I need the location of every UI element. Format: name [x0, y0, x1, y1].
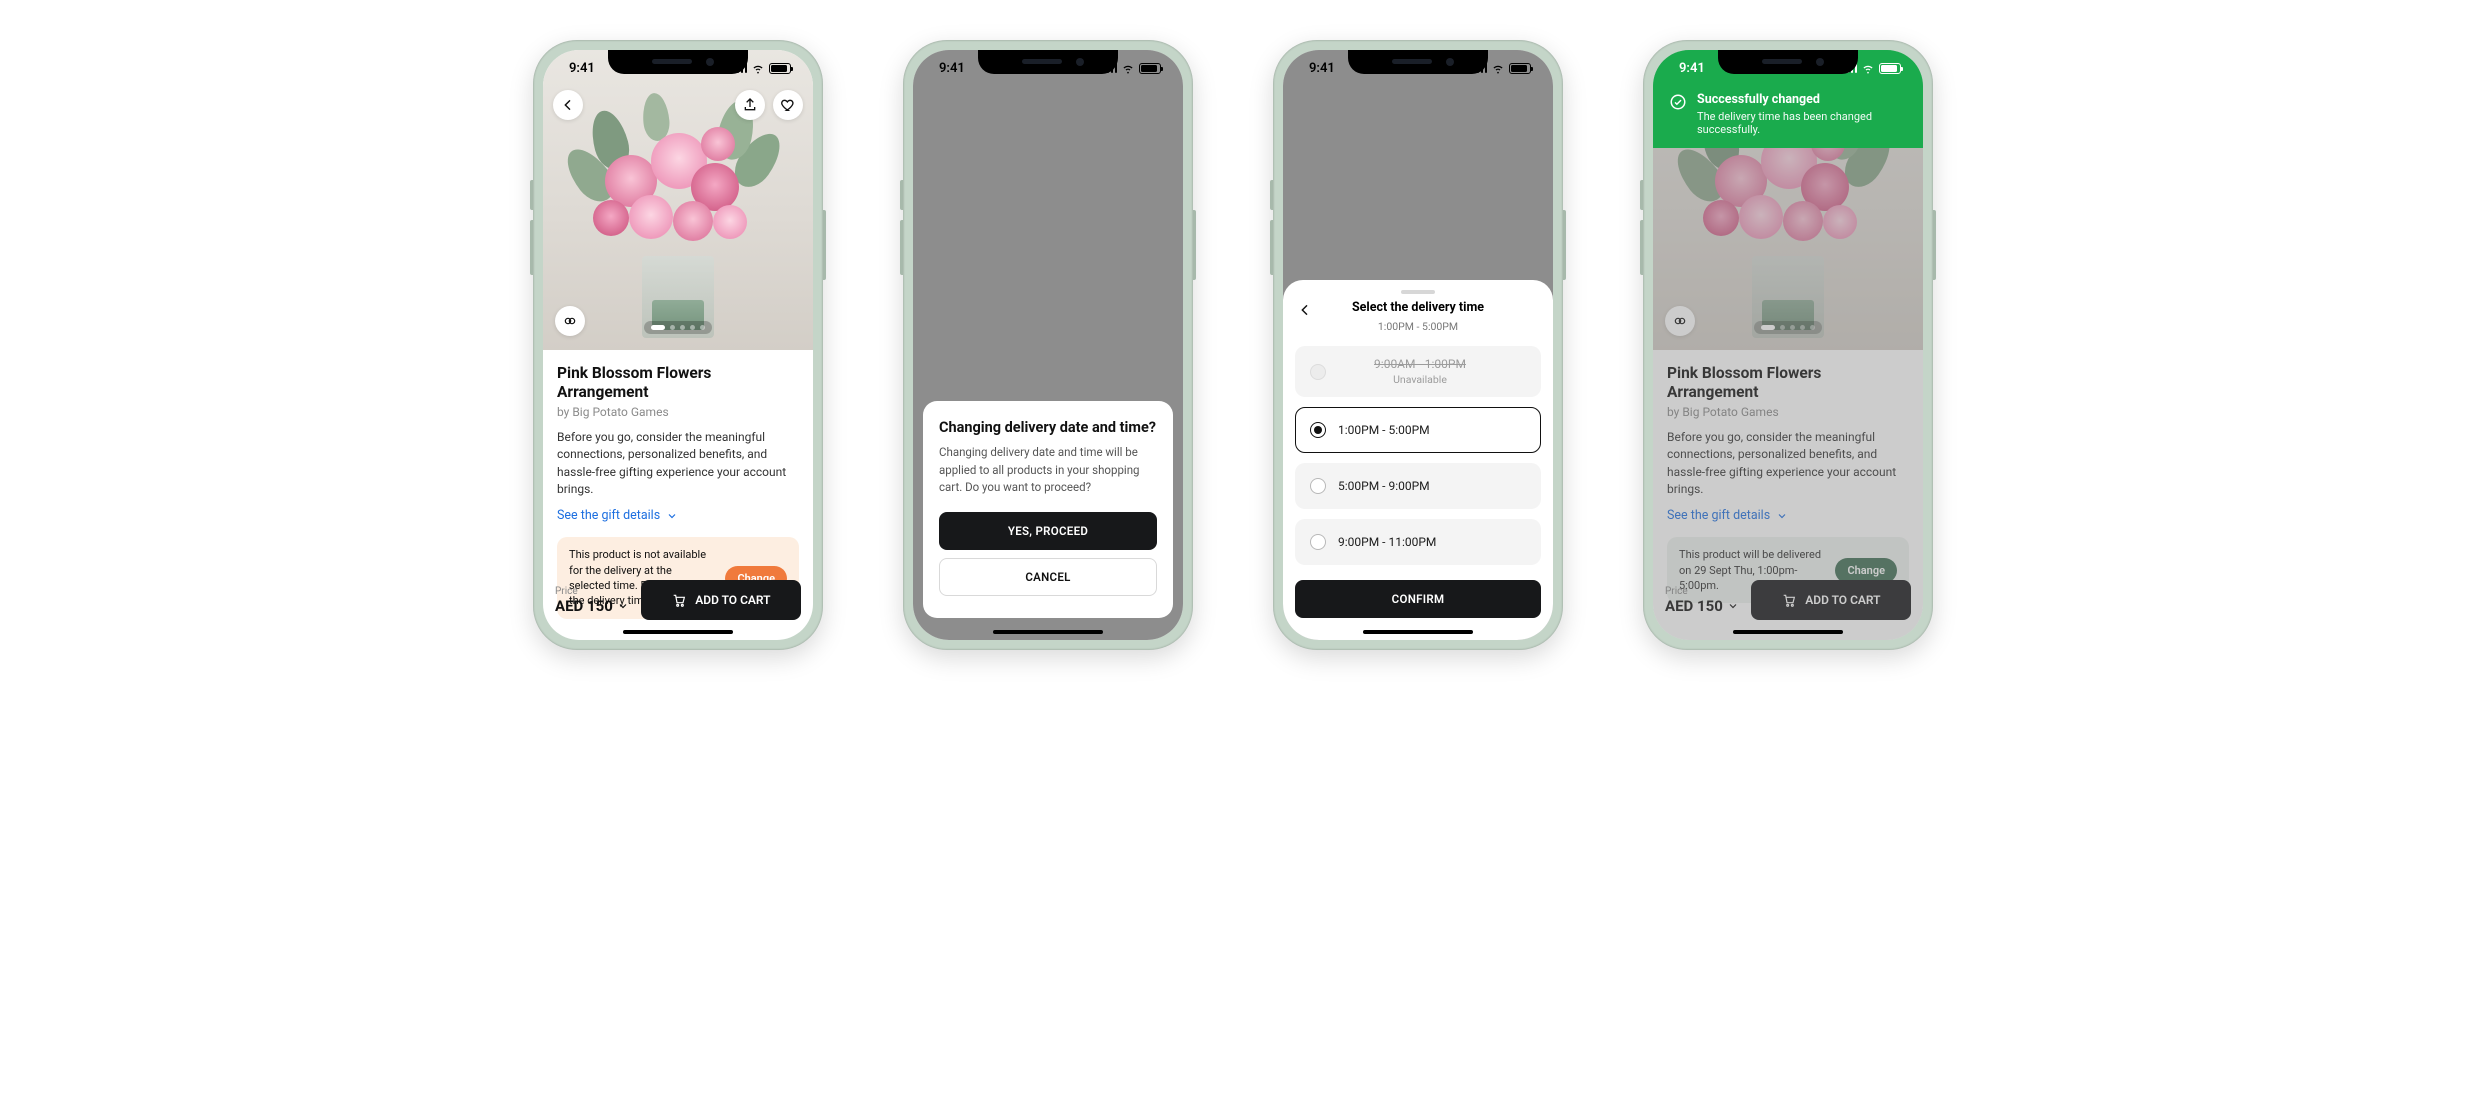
- dialog-title: Changing delivery date and time?: [939, 419, 1157, 436]
- sheet-back-button[interactable]: [1297, 302, 1313, 321]
- battery-icon: [1509, 63, 1531, 74]
- product-brand: by Big Potato Games: [557, 405, 799, 419]
- check-circle-icon: [1669, 93, 1687, 111]
- status-time: 9:41: [569, 61, 595, 76]
- share-button[interactable]: [735, 90, 765, 120]
- chevron-down-icon: [617, 600, 629, 612]
- device-frame: 9:41: [533, 40, 823, 650]
- radio-icon: [1310, 478, 1326, 494]
- confirm-dialog: Changing delivery date and time? Changin…: [923, 401, 1173, 618]
- zoom-button[interactable]: [1665, 306, 1695, 336]
- device-frame: 9:41 Changing delivery date and time? Ch…: [903, 40, 1193, 650]
- device-frame: 9:41: [1643, 40, 1933, 650]
- sheet-subtitle: 1:00PM - 5:00PM: [1378, 320, 1458, 333]
- dialog-yes-button[interactable]: YES, PROCEED: [939, 512, 1157, 550]
- product-hero: [543, 50, 813, 350]
- battery-icon: [769, 63, 791, 74]
- wifi-icon: [1861, 63, 1875, 73]
- wifi-icon: [1491, 63, 1505, 73]
- chevron-down-icon: [666, 510, 678, 522]
- toast-body: The delivery time has been changed succe…: [1697, 110, 1907, 136]
- product-brand: by Big Potato Games: [1667, 405, 1909, 419]
- wifi-icon: [1121, 63, 1135, 73]
- toast-title: Successfully changed: [1697, 92, 1907, 107]
- time-option[interactable]: 5:00PM - 9:00PM: [1295, 463, 1541, 509]
- battery-icon: [1139, 63, 1161, 74]
- confirm-button[interactable]: CONFIRM: [1295, 580, 1541, 618]
- chevron-down-icon: [1776, 510, 1788, 522]
- add-to-cart-button[interactable]: ADD TO CART: [1751, 580, 1911, 620]
- product-title: Pink Blossom Flowers Arrangement: [1667, 364, 1909, 403]
- gift-details-link[interactable]: See the gift details: [1667, 508, 1909, 523]
- wifi-icon: [751, 63, 765, 73]
- gift-details-link[interactable]: See the gift details: [557, 508, 799, 523]
- product-description: Before you go, consider the meaningful c…: [1667, 429, 1909, 499]
- price-value[interactable]: AED 150: [1665, 597, 1739, 615]
- status-time: 9:41: [939, 61, 965, 76]
- dialog-body: Changing delivery date and time will be …: [939, 444, 1157, 496]
- zoom-button[interactable]: [555, 306, 585, 336]
- back-button[interactable]: [553, 90, 583, 120]
- time-option[interactable]: 1:00PM - 5:00PM: [1295, 407, 1541, 453]
- product-title: Pink Blossom Flowers Arrangement: [557, 364, 799, 403]
- radio-icon: [1310, 364, 1326, 380]
- time-option-disabled: 9:00AM - 1:00PM Unavailable: [1295, 346, 1541, 397]
- add-to-cart-button[interactable]: ADD TO CART: [641, 580, 801, 620]
- price-label: Price: [555, 586, 629, 597]
- radio-icon: [1310, 422, 1326, 438]
- image-pagination[interactable]: [1754, 321, 1822, 334]
- status-time: 9:41: [1309, 61, 1335, 76]
- chevron-down-icon: [1727, 600, 1739, 612]
- image-pagination[interactable]: [644, 321, 712, 334]
- sheet-grip[interactable]: [1401, 290, 1435, 294]
- delivery-time-sheet: Select the delivery time 1:00PM - 5:00PM…: [1283, 280, 1553, 640]
- cart-icon: [671, 592, 687, 608]
- status-time: 9:41: [1679, 61, 1705, 76]
- product-description: Before you go, consider the meaningful c…: [557, 429, 799, 499]
- device-frame: 9:41 Select the delivery time 1:00PM - 5…: [1273, 40, 1563, 650]
- battery-icon: [1879, 63, 1901, 74]
- sheet-title: Select the delivery time: [1295, 300, 1541, 315]
- time-option[interactable]: 9:00PM - 11:00PM: [1295, 519, 1541, 565]
- price-value[interactable]: AED 150: [555, 597, 629, 615]
- cart-icon: [1781, 592, 1797, 608]
- price-label: Price: [1665, 586, 1739, 597]
- favorite-button[interactable]: [773, 90, 803, 120]
- dialog-cancel-button[interactable]: CANCEL: [939, 558, 1157, 596]
- radio-icon: [1310, 534, 1326, 550]
